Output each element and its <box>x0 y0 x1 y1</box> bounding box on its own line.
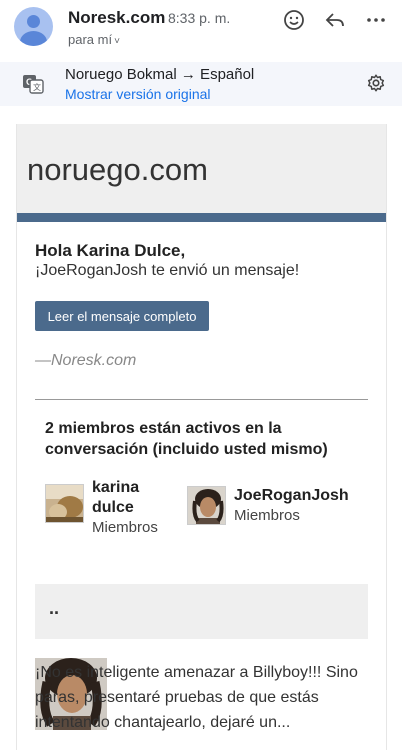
section-divider <box>35 399 368 400</box>
sender-avatar[interactable] <box>14 7 53 46</box>
reply-icon[interactable] <box>323 8 347 32</box>
brand-logo-text: noruego.com <box>27 152 208 187</box>
translation-languages: Noruego Bokmal → Español <box>65 66 255 83</box>
member-photo-image <box>46 485 83 522</box>
email-header: Noresk.com 8:33 p. m. para mí ˅ <box>0 0 402 58</box>
message-preview: ¡No es inteligente amenazar a Billyboy!!… <box>35 658 365 740</box>
sender-name[interactable]: Noresk.com <box>68 8 165 28</box>
greeting: Hola Karina Dulce, <box>35 241 186 260</box>
preview-text: ¡No es inteligente amenazar a Billyboy!!… <box>35 664 358 731</box>
more-icon[interactable] <box>364 8 388 32</box>
member-photo <box>187 486 226 525</box>
recipient-line[interactable]: para mí ˅ <box>68 32 120 47</box>
snippet-dots: .. <box>49 598 60 618</box>
translate-icon: G 文 <box>23 75 44 94</box>
member-name: karina dulce <box>92 478 139 518</box>
emoji-icon[interactable] <box>282 8 306 32</box>
svg-text:文: 文 <box>33 82 41 92</box>
show-original-link[interactable]: Mostrar versión original <box>65 86 211 102</box>
member-photo <box>45 484 84 523</box>
member-name: JoeRoganJosh <box>234 487 349 504</box>
member-photo-image <box>188 487 225 524</box>
member-name-line1: karina <box>92 479 140 496</box>
message-summary: ¡JoeRoganJosh te envió un mensaje! <box>35 262 300 279</box>
gear-icon[interactable] <box>365 72 387 94</box>
translation-bar: G 文 Noruego Bokmal → Español Mostrar ver… <box>0 62 402 106</box>
brand-banner: noruego.com <box>17 124 386 213</box>
email-body-card: noruego.com Hola Karina Dulce, ¡JoeRogan… <box>16 124 387 750</box>
message-snippet-box: .. <box>35 584 368 639</box>
accent-stripe <box>17 213 386 222</box>
members-title: 2 miembros están activos en la conversac… <box>45 420 328 458</box>
avatar-head <box>27 15 40 28</box>
member-name-line2: dulce <box>92 499 134 516</box>
read-message-button[interactable]: Leer el mensaje completo <box>35 301 209 331</box>
chevron-down-icon: ˅ <box>114 36 120 47</box>
member-role: Miembros <box>92 519 158 536</box>
signature: —Noresk.com <box>35 352 137 369</box>
recipient-label: para mí <box>68 32 113 47</box>
member-role: Miembros <box>234 507 300 524</box>
sent-time: 8:33 p. m. <box>168 10 231 26</box>
avatar-body <box>20 31 47 46</box>
